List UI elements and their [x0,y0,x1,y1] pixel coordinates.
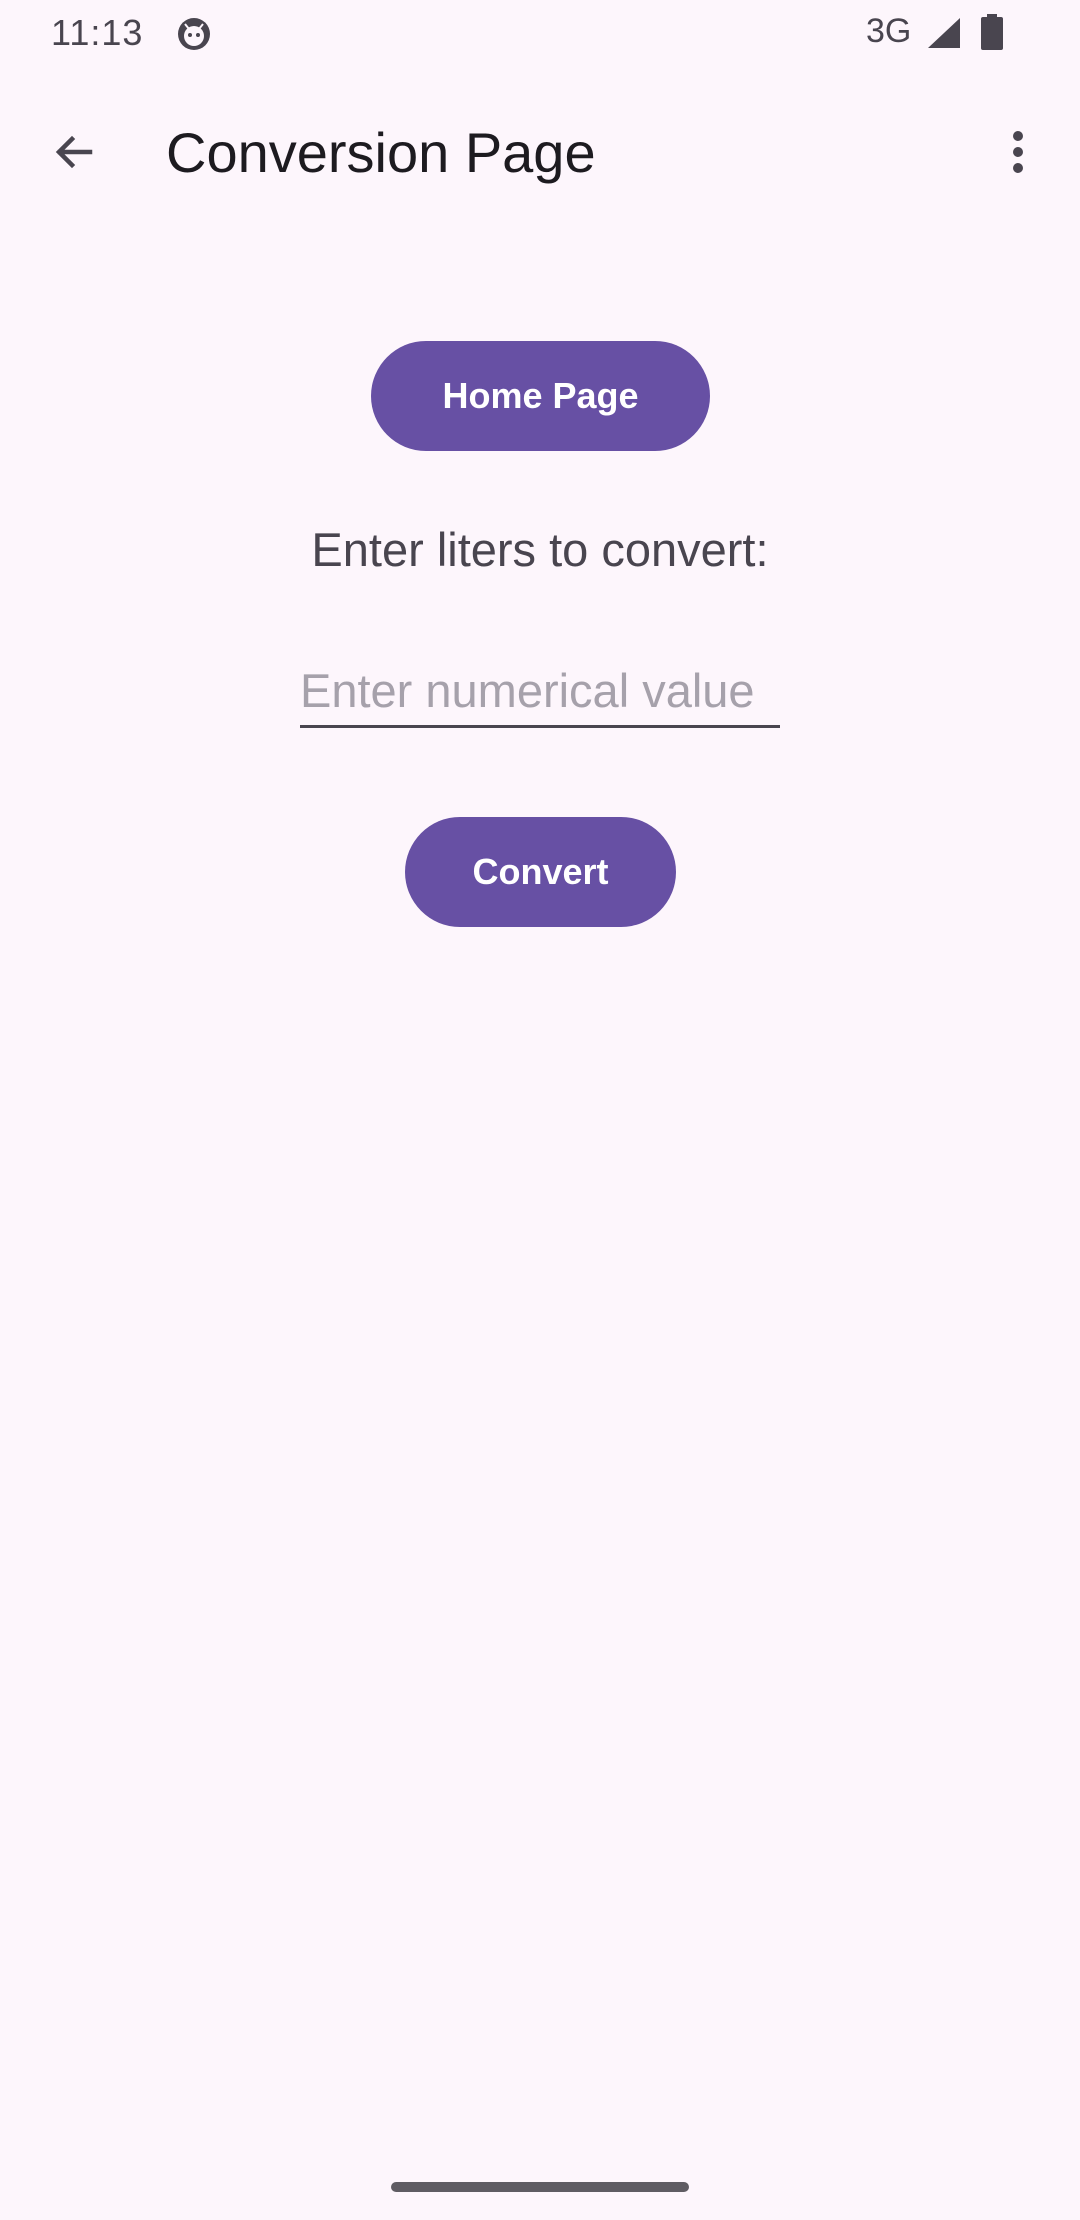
android-face-icon [176,16,212,52]
liters-input[interactable] [300,656,780,728]
status-bar: 11:13 3G [0,0,1080,66]
convert-button[interactable]: Convert [405,817,676,927]
home-page-button[interactable]: Home Page [371,341,710,451]
cell-signal-icon [926,16,962,50]
overflow-menu-button[interactable] [980,116,1056,192]
page-title: Conversion Page [166,121,596,184]
status-time: 11:13 [51,12,144,53]
more-vert-icon [1012,128,1024,181]
battery-icon [980,14,1004,50]
conversion-prompt: Enter liters to convert: [311,523,769,576]
arrow-back-icon [50,128,98,181]
gesture-navigation-handle[interactable] [391,2182,689,2192]
network-type: 3G [866,12,912,50]
top-app-bar: Conversion Page [0,90,1080,220]
back-button[interactable] [36,116,112,192]
